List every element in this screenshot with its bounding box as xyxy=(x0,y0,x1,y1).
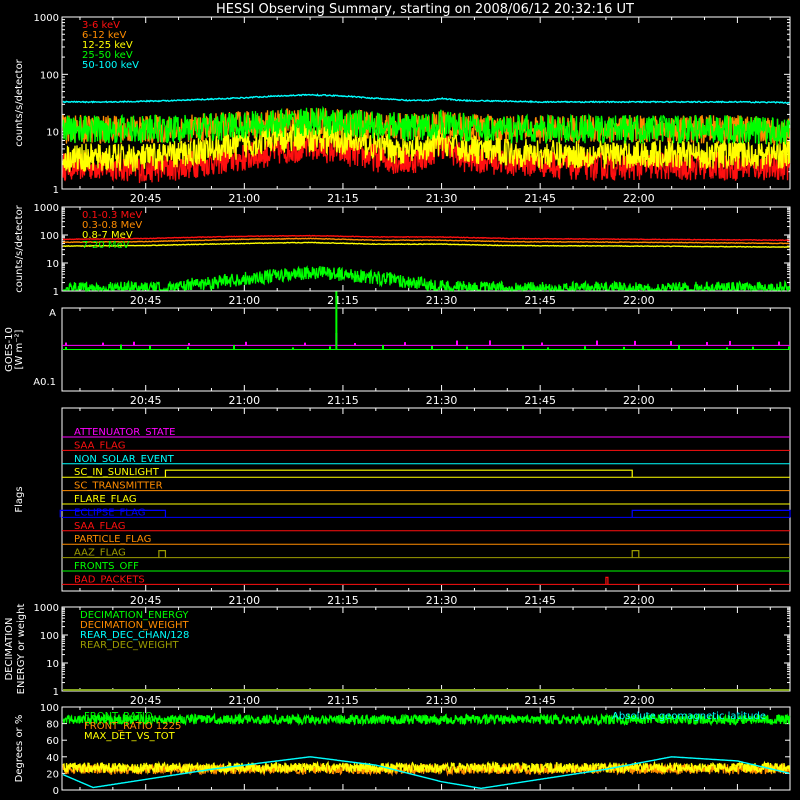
y-tick-label: 10 xyxy=(46,259,59,270)
flag-label: ATTENUATOR_STATE xyxy=(74,427,175,438)
x-tick-label: 21:45 xyxy=(524,294,556,307)
x-tick-label: 21:00 xyxy=(228,294,260,307)
x-tick-label: 21:00 xyxy=(228,594,260,607)
x-tick-label: 20:45 xyxy=(130,394,162,407)
x-tick-label: 21:45 xyxy=(524,394,556,407)
flag-label: BAD_PACKETS xyxy=(74,574,145,585)
legend-entry: REAR_DEC_WEIGHT xyxy=(80,640,179,651)
x-tick-label: 21:30 xyxy=(426,294,458,307)
y-tick-label: 10 xyxy=(46,128,59,139)
x-tick-label: 21:15 xyxy=(327,192,359,205)
y-axis-label: ENERGY or weight xyxy=(16,604,27,695)
x-tick-label: 21:30 xyxy=(426,594,458,607)
x-tick-label: 21:15 xyxy=(327,394,359,407)
legend-entry: 7-20 MeV xyxy=(82,240,130,251)
y-tick-label: 1 xyxy=(53,185,59,196)
y-axis-label: counts/s/detector xyxy=(14,204,25,292)
legend-entry: MAX_DET_VS_TOT xyxy=(84,731,176,742)
y-axis-label: DECIMATION xyxy=(4,617,15,680)
x-tick-label: 21:45 xyxy=(524,694,556,707)
x-tick-label: 21:15 xyxy=(327,694,359,707)
y-tick-label: A0.1 xyxy=(33,377,56,388)
x-tick-label: 21:00 xyxy=(228,192,260,205)
flag-label: ECLIPSE_FLAG xyxy=(74,507,145,518)
y-tick-label: 100 xyxy=(40,703,59,714)
x-tick-label: 21:00 xyxy=(228,394,260,407)
y-tick-label: 20 xyxy=(46,769,59,780)
legend-entry: Absolute geomagnetic latitude xyxy=(612,711,766,722)
y-tick-label: 100 xyxy=(40,231,59,242)
y-axis-label: [W m⁻²] xyxy=(14,329,25,369)
y-tick-label: 1000 xyxy=(34,13,59,24)
x-tick-label: 21:30 xyxy=(426,192,458,205)
y-axis-label: counts/s/detector xyxy=(14,58,25,146)
legend-entry: 50-100 keV xyxy=(82,60,139,71)
x-tick-label: 21:15 xyxy=(327,294,359,307)
x-tick-label: 22:00 xyxy=(623,294,655,307)
x-tick-label: 21:30 xyxy=(426,694,458,707)
y-tick-label: 40 xyxy=(46,753,59,764)
x-tick-label: 22:00 xyxy=(623,594,655,607)
flag-label: SAA_FLAG xyxy=(74,521,125,532)
y-tick-label: 0 xyxy=(53,786,59,797)
flag-label: SC_TRANSMITTER xyxy=(74,481,163,492)
flag-label: FRONTS_OFF xyxy=(74,561,139,572)
x-tick-label: 20:45 xyxy=(130,594,162,607)
hessi-summary-chart: HESSI Observing Summary, starting on 200… xyxy=(0,0,800,800)
x-tick-label: 20:45 xyxy=(130,192,162,205)
x-tick-label: 21:30 xyxy=(426,394,458,407)
y-axis-label: Degrees or % xyxy=(14,715,25,783)
y-tick-label: 1 xyxy=(53,287,59,298)
y-tick-label: 1000 xyxy=(34,203,59,214)
y-tick-label: A xyxy=(49,308,56,319)
x-tick-label: 20:45 xyxy=(130,294,162,307)
x-tick-label: 22:00 xyxy=(623,694,655,707)
y-tick-label: 1 xyxy=(53,687,59,698)
y-tick-label: 1000 xyxy=(34,603,59,614)
flag-label: PARTICLE_FLAG xyxy=(74,534,151,545)
x-tick-label: 21:15 xyxy=(327,594,359,607)
x-tick-label: 20:45 xyxy=(130,694,162,707)
y-tick-label: 100 xyxy=(40,631,59,642)
chart-title: HESSI Observing Summary, starting on 200… xyxy=(216,2,634,17)
y-tick-label: 60 xyxy=(46,736,59,747)
y-tick-label: 10 xyxy=(46,659,59,670)
flag-label: AAZ_FLAG xyxy=(74,548,126,559)
flag-label: FLARE_FLAG xyxy=(74,494,137,505)
x-tick-label: 22:00 xyxy=(623,394,655,407)
x-tick-label: 21:45 xyxy=(524,192,556,205)
x-tick-label: 21:00 xyxy=(228,694,260,707)
y-tick-label: 100 xyxy=(40,70,59,81)
x-tick-label: 22:00 xyxy=(623,192,655,205)
y-axis-label: Flags xyxy=(14,486,25,512)
flag-label: SC_IN_SUNLIGHT xyxy=(74,467,160,478)
flag-label: SAA_FLAG xyxy=(74,440,125,451)
x-tick-label: 21:45 xyxy=(524,594,556,607)
y-tick-label: 80 xyxy=(46,720,59,731)
flag-label: NON_SOLAR_EVENT xyxy=(74,454,175,465)
